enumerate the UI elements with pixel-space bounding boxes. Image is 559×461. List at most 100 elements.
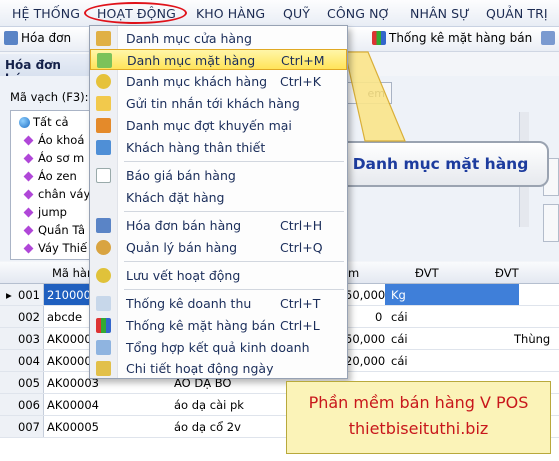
- tree-item[interactable]: Quần Tâ: [23, 223, 86, 237]
- menu-item-promotions[interactable]: Danh mục đợt khuyến mại: [90, 115, 347, 136]
- watermark-line2: thietbiseituthi.biz: [348, 419, 489, 438]
- category-icon: [23, 243, 34, 253]
- menu-item-label: Khách hàng thân thiết: [126, 140, 266, 155]
- tree-item[interactable]: Váy Thiế: [23, 241, 87, 255]
- row-number: 005: [18, 376, 40, 390]
- bar-chart-icon: [372, 31, 386, 45]
- menu-he-thong[interactable]: HỆ THỐNG: [12, 6, 80, 21]
- invoice-toolbar-button[interactable]: Hóa đơn: [4, 31, 71, 45]
- menu-item-business-summary[interactable]: Tổng hợp kết quả kinh doanh: [90, 337, 347, 358]
- extra-toolbar-button[interactable]: [541, 31, 555, 45]
- menu-item-label: Danh mục khách hàng: [126, 74, 268, 89]
- cell-price[interactable]: 20,000: [345, 354, 385, 368]
- menu-quy[interactable]: QUỸ: [283, 6, 310, 21]
- menu-cong-no[interactable]: CÔNG NỢ: [327, 6, 390, 21]
- column-header-unit2[interactable]: ĐVT: [495, 266, 519, 280]
- row-number: 004: [18, 354, 40, 368]
- tree-item[interactable]: Áo khoá: [23, 133, 85, 147]
- column-header-unit[interactable]: ĐVT: [415, 266, 439, 280]
- category-tree[interactable]: Tất cả Áo khoá Áo sơ m Áo zen chân váy j…: [10, 110, 94, 260]
- menu-item-label: Danh mục mặt hàng: [127, 53, 256, 68]
- category-icon: [23, 135, 34, 145]
- menu-item-customer-catalog[interactable]: Danh mục khách hàng Ctrl+K: [90, 71, 347, 92]
- tree-item[interactable]: Áo sơ m: [23, 151, 84, 165]
- tree-item-label: Áo zen: [38, 169, 77, 183]
- menu-item-revenue-stats[interactable]: Thống kê doanh thu Ctrl+T: [90, 293, 347, 314]
- menu-kho-hang[interactable]: KHO HÀNG: [196, 6, 265, 21]
- menu-quan-tri[interactable]: QUẢN TRỊ: [486, 6, 548, 21]
- invoice-toolbar-label: Hóa đơn: [21, 31, 72, 45]
- menu-item-daily-activity[interactable]: Chi tiết hoạt động ngày: [90, 358, 347, 379]
- tree-item-label: Quần Tâ: [38, 223, 86, 237]
- category-icon: [23, 153, 34, 163]
- column-header-price[interactable]: m: [348, 266, 359, 280]
- watermark-box: Phần mềm bán hàng V POS thietbiseituthi.…: [286, 381, 551, 454]
- category-icon: [23, 171, 34, 181]
- cell-price[interactable]: 50,000: [345, 288, 385, 302]
- side-button-2[interactable]: [543, 204, 559, 242]
- menu-item-shortcut: Ctrl+K: [280, 74, 321, 89]
- stats-toolbar-button[interactable]: Thống kê mặt hàng bán: [372, 31, 532, 45]
- cell-price[interactable]: 0: [375, 310, 382, 324]
- customer-icon: [96, 74, 111, 89]
- cell-unit2[interactable]: Thùng: [514, 332, 550, 346]
- category-icon: [23, 207, 34, 217]
- menu-item-label: Hóa đơn bán hàng: [126, 218, 242, 233]
- tree-item[interactable]: Tất cả: [19, 115, 69, 129]
- tree-item[interactable]: chân váy: [23, 187, 90, 201]
- menu-item-sales-management[interactable]: Quản lý bán hàng Ctrl+Q: [90, 237, 347, 258]
- store-icon: [96, 31, 111, 46]
- bar-chart-icon: [96, 318, 111, 333]
- row-number: 007: [18, 420, 40, 434]
- menu-item-sales-invoice[interactable]: Hóa đơn bán hàng Ctrl+H: [90, 215, 347, 236]
- tree-item[interactable]: Áo zen: [23, 169, 77, 183]
- menu-item-quotation[interactable]: Báo giá bán hàng: [90, 165, 347, 186]
- menu-item-shortcut: Ctrl+L: [280, 318, 320, 333]
- panel-title: Hóa đơn bán: [0, 54, 95, 86]
- menu-item-store-catalog[interactable]: Danh mục cửa hàng: [90, 28, 347, 49]
- row-number: 001: [18, 288, 40, 302]
- cell-code[interactable]: AK0000: [47, 332, 92, 346]
- row-number: 003: [18, 332, 40, 346]
- menu-item-loyal-customers[interactable]: Khách hàng thân thiết: [90, 137, 347, 158]
- menu-separator: [124, 211, 344, 212]
- tree-item[interactable]: jump: [23, 205, 67, 219]
- cell-code[interactable]: AK0000: [47, 354, 92, 368]
- product-icon: [97, 53, 112, 68]
- tree-item-label: jump: [38, 205, 67, 219]
- cell-price[interactable]: 50,000: [345, 332, 385, 346]
- cell-code[interactable]: abcde: [47, 310, 82, 324]
- cell-name[interactable]: áo dạ cài pk: [174, 398, 244, 412]
- menu-item-product-sales-stats[interactable]: Thống kê mặt hàng bán Ctrl+L: [90, 315, 347, 336]
- column-header-code[interactable]: Mã hàn: [52, 266, 94, 280]
- menu-item-shortcut: Ctrl+H: [280, 218, 323, 233]
- cell-unit[interactable]: cái: [391, 310, 408, 324]
- cell-code[interactable]: AK00004: [47, 398, 99, 412]
- tree-item-label: Áo khoá: [38, 133, 85, 147]
- cell-name[interactable]: áo dạ cổ 2v: [174, 420, 241, 434]
- menu-item-label: Thống kê doanh thu: [126, 296, 252, 311]
- menu-item-activity-log[interactable]: Lưu vết hoạt động: [90, 265, 347, 286]
- cell-code[interactable]: 210000: [47, 288, 91, 302]
- menu-item-product-catalog[interactable]: Danh mục mặt hàng Ctrl+M: [90, 49, 347, 70]
- calculator-icon: [96, 296, 111, 311]
- cell-unit[interactable]: Kg: [391, 288, 406, 302]
- toolbar-icon: [541, 31, 555, 45]
- menu-item-send-message[interactable]: Gửi tin nhắn tới khách hàng: [90, 93, 347, 114]
- category-icon: [23, 225, 34, 235]
- menu-item-label: Chi tiết hoạt động ngày: [126, 361, 274, 376]
- invoice-icon: [96, 218, 111, 233]
- cell-unit[interactable]: cái: [391, 354, 408, 368]
- cell-code[interactable]: AK00005: [47, 420, 99, 434]
- tree-item-label: Tất cả: [33, 115, 69, 129]
- menu-item-label: Gửi tin nhắn tới khách hàng: [126, 96, 300, 111]
- menu-nhan-su[interactable]: NHÂN SỰ: [410, 6, 470, 21]
- cell-unit[interactable]: cái: [391, 332, 408, 346]
- menu-item-shortcut: Ctrl+Q: [280, 240, 323, 255]
- menu-item-customer-orders[interactable]: Khách đặt hàng: [90, 187, 347, 208]
- report-icon: [96, 340, 111, 355]
- menu-item-label: Danh mục đợt khuyến mại: [126, 118, 292, 133]
- menu-item-label: Thống kê mặt hàng bán: [126, 318, 276, 333]
- footprint-icon: [96, 268, 111, 283]
- menu-separator: [124, 289, 344, 290]
